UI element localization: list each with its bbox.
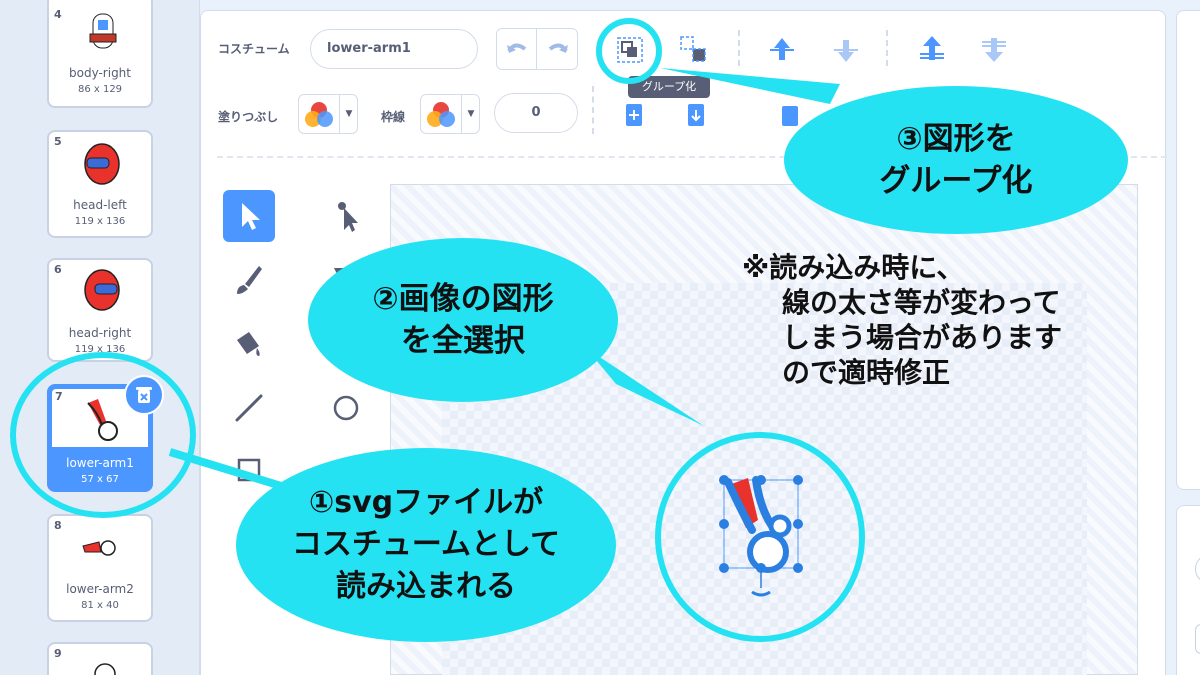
sprite-info-panel [1176, 10, 1200, 490]
front-icon [920, 36, 944, 60]
costume-name: head-right [68, 326, 132, 340]
costume-card-6[interactable]: 6 head-right 119 x 136 [47, 258, 153, 362]
back-icon [982, 38, 1006, 62]
annotation-line: ②画像の図形 [372, 281, 554, 317]
fill-label: 塗りつぶし [218, 110, 279, 124]
undo-icon [507, 43, 527, 53]
annotation-step3: ③図形を グループ化 [784, 86, 1128, 234]
costume-card-9[interactable]: 9 [47, 642, 153, 675]
outline-label: 枠線 [381, 110, 406, 124]
costume-thumbnail [84, 143, 120, 185]
annotation-step1: ①svgファイルが コスチュームとして 読み込まれる [236, 448, 616, 642]
costume-thumbnail [82, 540, 116, 556]
costume-name: lower-arm2 [66, 582, 134, 596]
costume-name-value: lower-arm1 [327, 41, 411, 56]
note-line: しまう場合があります [782, 321, 1063, 354]
undo-redo-group [496, 28, 578, 70]
costume-number: 6 [54, 263, 62, 276]
costume-highlight-ring [10, 352, 196, 518]
brush-tool[interactable] [223, 254, 275, 306]
costume-size: 119 x 136 [74, 216, 126, 227]
info-input[interactable] [1195, 624, 1200, 654]
costume-size: 81 x 40 [81, 600, 119, 611]
group-button-highlight-ring [596, 18, 662, 84]
annotation-step2: ②画像の図形 を全選択 [308, 238, 618, 402]
select-tool[interactable] [223, 190, 275, 242]
costume-card-8[interactable]: 8 lower-arm2 81 x 40 [47, 514, 153, 622]
costume-number: 4 [54, 8, 62, 21]
fill-icon [237, 332, 260, 356]
back-button[interactable] [976, 32, 1012, 68]
chevron-down-icon: ▼ [461, 95, 480, 133]
annotation-line: ①svgファイルが [308, 485, 544, 520]
costume-card-5[interactable]: 5 head-left 119 x 136 [47, 130, 153, 238]
annotation-pointer [660, 68, 840, 104]
undo-button[interactable] [497, 29, 537, 69]
fill-tool[interactable] [223, 318, 275, 370]
note-line: ※読み込み時に、 [742, 251, 965, 284]
note-line: 線の太さ等が変わって [782, 286, 1061, 319]
copy-button[interactable] [616, 98, 652, 134]
info-circle-button[interactable] [1195, 554, 1200, 584]
costume-list: 4 body-right 86 x 129 5 head-left 119 x … [0, 0, 200, 675]
annotation-line: 読み込まれる [336, 569, 516, 604]
circle-icon [333, 395, 359, 421]
annotation-line: を全選択 [401, 323, 525, 359]
redo-icon [548, 43, 568, 53]
costume-thumbnail [89, 13, 117, 49]
redo-button[interactable] [538, 29, 578, 69]
costume-number: 5 [54, 135, 62, 148]
costume-size: 86 x 129 [77, 84, 123, 95]
front-button[interactable] [914, 32, 950, 68]
reshape-icon [338, 202, 358, 232]
color-swatch-icon [427, 102, 455, 127]
annotation-note: ※読み込み時に、 線の太さ等が変わって しまう場合があります ので適時修正 [742, 250, 1062, 390]
costume-card-4[interactable]: 4 body-right 86 x 129 [47, 0, 153, 108]
chevron-down-icon: ▼ [339, 95, 358, 133]
color-swatch-icon [305, 102, 333, 127]
costume-number: 9 [54, 647, 62, 660]
stage-panel [1176, 505, 1200, 675]
annotation-line: ③図形を [896, 121, 1016, 157]
annotation-line: グループ化 [879, 163, 1033, 199]
toolbar-separator [592, 86, 594, 134]
costume-label: コスチューム [218, 42, 290, 56]
outline-width-input[interactable]: 0 [494, 93, 578, 133]
brush-icon [237, 266, 262, 294]
annotation-line: コスチュームとして [291, 527, 561, 562]
shape-highlight-ring [655, 432, 865, 642]
note-line: ので適時修正 [782, 356, 951, 389]
costume-name: head-left [73, 198, 127, 212]
costume-name-input[interactable]: lower-arm1 [310, 29, 478, 69]
costume-number: 8 [54, 519, 62, 532]
line-tool[interactable] [223, 382, 275, 434]
costume-name: body-right [69, 66, 131, 80]
costume-thumbnail [94, 663, 116, 675]
reshape-tool[interactable] [320, 190, 372, 242]
line-icon [235, 394, 263, 422]
outline-color-picker[interactable]: ▼ [420, 94, 480, 134]
circle-tool[interactable] [320, 382, 372, 434]
fill-color-picker[interactable]: ▼ [298, 94, 358, 134]
outline-width-value: 0 [531, 105, 541, 120]
costume-thumbnail [84, 269, 120, 311]
copy-icon [626, 104, 642, 126]
annotation-pointer [586, 348, 704, 426]
select-icon [242, 203, 260, 230]
toolbar-separator [886, 30, 888, 66]
